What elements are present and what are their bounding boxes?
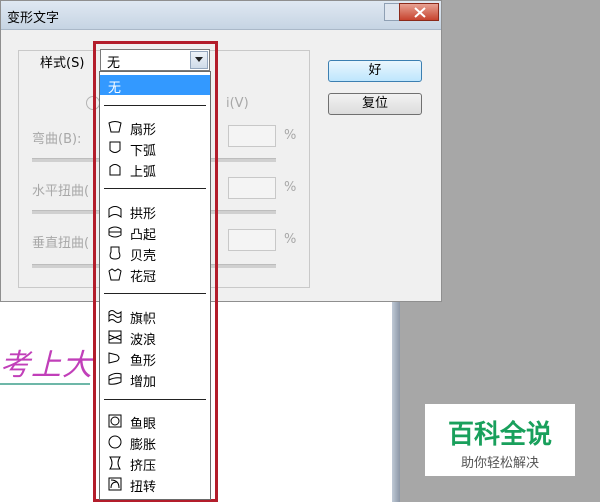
twist-icon bbox=[108, 477, 122, 491]
style-label: 样式(S) bbox=[40, 56, 85, 71]
dropdown-item-label: 旗帜 bbox=[130, 312, 157, 327]
style-select-value: 无 bbox=[107, 56, 121, 71]
dropdown-item-wave[interactable]: 波浪 bbox=[100, 327, 210, 348]
horizontal-distort-label: 水平扭曲( bbox=[32, 184, 90, 199]
dropdown-item-arc-upper[interactable]: 上弧 bbox=[100, 159, 210, 180]
ok-button[interactable]: 好 bbox=[328, 60, 422, 82]
dropdown-item-label: 波浪 bbox=[130, 333, 157, 348]
inflate-icon bbox=[108, 435, 122, 449]
horizontal-distort-input[interactable] bbox=[228, 177, 276, 199]
vertical-distort-input[interactable] bbox=[228, 229, 276, 251]
dialog-title: 变形文字 bbox=[7, 11, 60, 26]
dropdown-item-label: 上弧 bbox=[130, 165, 157, 180]
dropdown-item-label: 无 bbox=[108, 81, 122, 96]
dropdown-item-label: 扇形 bbox=[130, 123, 157, 138]
close-button[interactable] bbox=[399, 3, 439, 21]
dropdown-item-label: 拱形 bbox=[130, 207, 157, 222]
dropdown-item-label: 鱼形 bbox=[130, 354, 157, 369]
wave-icon bbox=[108, 330, 122, 344]
close-icon bbox=[414, 7, 426, 18]
style-dropdown-list: 无 扇形 下弧 上弧 拱形 凸起 贝壳 花冠 旗帜 波浪 鱼形 增加 鱼眼 膨胀… bbox=[99, 71, 211, 500]
watermark-logo: 百科全说 助你轻松解决 bbox=[425, 404, 575, 476]
reset-button[interactable]: 复位 bbox=[328, 93, 422, 115]
dropdown-item-shell[interactable]: 贝壳 bbox=[100, 243, 210, 264]
bend-input[interactable] bbox=[228, 125, 276, 147]
dropdown-item-none[interactable]: 无 bbox=[100, 75, 210, 96]
dropdown-item-fish[interactable]: 鱼形 bbox=[100, 348, 210, 369]
dropdown-item-label: 凸起 bbox=[130, 228, 157, 243]
fish-icon bbox=[108, 352, 120, 364]
watermark-title: 百科全说 bbox=[447, 420, 552, 450]
dropdown-item-arch[interactable]: 拱形 bbox=[100, 201, 210, 222]
bend-label: 弯曲(B): bbox=[32, 132, 82, 147]
style-select[interactable]: 无 bbox=[100, 49, 210, 71]
horizontal-distort-percent: % bbox=[284, 180, 297, 195]
shell-icon bbox=[109, 246, 121, 260]
arch-icon bbox=[108, 206, 122, 218]
dropdown-item-label: 贝壳 bbox=[130, 249, 157, 264]
dropdown-item-arc[interactable]: 扇形 bbox=[100, 117, 210, 138]
dropdown-item-label: 花冠 bbox=[130, 270, 157, 285]
vertical-radio-label: i(V) bbox=[226, 96, 249, 111]
dropdown-separator bbox=[104, 188, 206, 189]
squeeze-icon bbox=[109, 456, 121, 470]
dropdown-item-label: 膨胀 bbox=[130, 438, 157, 453]
vertical-distort-label: 垂直扭曲( bbox=[32, 236, 90, 251]
dropdown-item-label: 增加 bbox=[130, 375, 157, 390]
dropdown-item-arc-lower[interactable]: 下弧 bbox=[100, 138, 210, 159]
dropdown-item-label: 鱼眼 bbox=[130, 417, 157, 432]
dropdown-arrow-button[interactable] bbox=[190, 51, 208, 69]
bend-percent: % bbox=[284, 128, 297, 143]
flag-icon bbox=[108, 310, 122, 323]
arc-icon bbox=[108, 121, 122, 133]
dropdown-item-squeeze[interactable]: 挤压 bbox=[100, 453, 210, 474]
dropdown-item-label: 下弧 bbox=[130, 144, 157, 159]
watermark-subtitle: 助你轻松解决 bbox=[460, 456, 539, 471]
dropdown-item-twist[interactable]: 扭转 bbox=[100, 474, 210, 495]
dropdown-separator bbox=[104, 399, 206, 400]
rise-icon bbox=[108, 372, 122, 385]
dropdown-item-fisheye[interactable]: 鱼眼 bbox=[100, 411, 210, 432]
vertical-distort-percent: % bbox=[284, 232, 297, 247]
dropdown-item-bulge[interactable]: 凸起 bbox=[100, 222, 210, 243]
arc-lower-icon bbox=[109, 141, 121, 153]
canvas-text: 考上大 bbox=[0, 348, 93, 383]
dropdown-item-flag[interactable]: 旗帜 bbox=[100, 306, 210, 327]
dropdown-item-inflate[interactable]: 膨胀 bbox=[100, 432, 210, 453]
title-bar: 变形文字 bbox=[1, 1, 441, 30]
dropdown-item-flower[interactable]: 花冠 bbox=[100, 264, 210, 285]
dropdown-item-label: 挤压 bbox=[130, 459, 157, 474]
fisheye-icon bbox=[108, 414, 122, 428]
dropdown-item-rise[interactable]: 增加 bbox=[100, 369, 210, 390]
dropdown-separator bbox=[104, 105, 206, 106]
canvas-scroll-edge bbox=[392, 300, 400, 502]
chevron-down-icon bbox=[195, 57, 203, 62]
bulge-icon bbox=[108, 226, 122, 238]
dropdown-separator bbox=[104, 293, 206, 294]
canvas-underline bbox=[0, 383, 90, 385]
dropdown-item-label: 扭转 bbox=[130, 480, 157, 495]
arc-upper-icon bbox=[109, 164, 121, 176]
flower-crown-icon bbox=[108, 268, 122, 281]
